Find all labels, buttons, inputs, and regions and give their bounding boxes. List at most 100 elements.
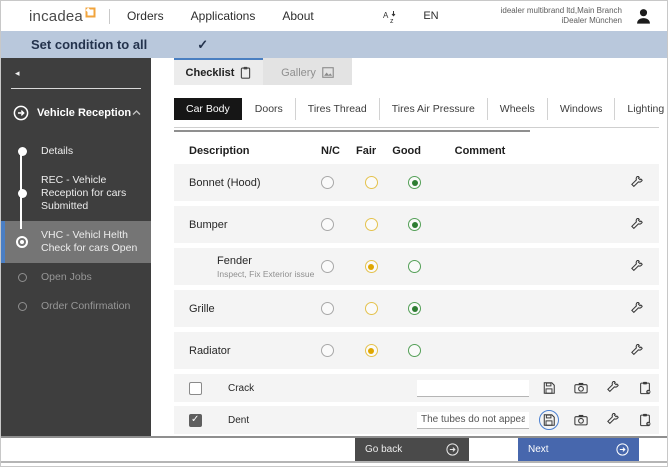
camera-icon[interactable] — [571, 378, 591, 398]
nav-about[interactable]: About — [282, 9, 313, 23]
header-comment: Comment — [454, 145, 506, 157]
user-avatar-icon[interactable] — [634, 7, 653, 26]
step-details[interactable]: Details — [1, 137, 151, 166]
wrench-icon[interactable] — [603, 378, 623, 398]
set-condition-label: Set condition to all — [31, 37, 148, 52]
main-panel: Checklist Gallery Car Body Doors Tires T… — [151, 58, 667, 436]
wrench-icon[interactable] — [627, 299, 647, 319]
wrench-icon[interactable] — [627, 173, 647, 193]
sidebar: ◂ Vehicle Reception Details REC - Vehicl… — [1, 58, 151, 436]
radio-nc[interactable] — [321, 218, 334, 231]
radio-good[interactable] — [408, 176, 421, 189]
crack-checkbox[interactable] — [189, 381, 202, 395]
step-label: Open Jobs — [41, 271, 92, 283]
radio-fair[interactable] — [364, 302, 378, 315]
row-label: Bumper — [189, 218, 228, 231]
radio-good[interactable] — [408, 302, 421, 315]
radio-nc[interactable] — [321, 344, 334, 357]
tab-gallery[interactable]: Gallery — [263, 58, 352, 85]
row-label: Fender Inspect, Fix Exterior issue — [189, 255, 321, 279]
radio-good[interactable] — [408, 260, 421, 273]
wrench-icon[interactable] — [627, 215, 647, 235]
step-rec-vehicle-reception[interactable]: REC - Vehicle Reception for cars Submitt… — [1, 166, 151, 221]
next-label: Next — [528, 444, 549, 455]
step-label: VHC - Vehicl Helth Check for cars Open — [41, 229, 138, 254]
category-car-body[interactable]: Car Body — [174, 98, 242, 120]
radio-good[interactable] — [408, 218, 421, 231]
save-icon[interactable] — [539, 410, 559, 430]
header-fair: Fair — [356, 145, 377, 157]
sidebar-collapse-icon[interactable]: ◂ — [1, 58, 151, 79]
set-condition-check-icon[interactable]: ✓ — [197, 37, 208, 53]
camera-icon[interactable] — [571, 410, 591, 430]
step-label: REC - Vehicle Reception for cars Submitt… — [41, 174, 127, 212]
row-sublabel: Inspect, Fix Exterior issue — [217, 268, 315, 279]
logo-cube-icon — [83, 7, 96, 18]
wrench-icon[interactable] — [627, 257, 647, 277]
incadea-logo[interactable]: incadea — [29, 7, 96, 25]
svg-text:A: A — [383, 11, 389, 20]
tab-bar: Checklist Gallery — [174, 58, 659, 85]
stepper: Details REC - Vehicle Reception for cars… — [1, 137, 151, 321]
step-bullet — [18, 273, 27, 282]
radio-nc[interactable] — [321, 260, 334, 273]
dent-comment-input[interactable] — [417, 411, 529, 429]
radio-fair[interactable] — [364, 218, 378, 231]
row-dent: Dent — [174, 406, 659, 434]
category-doors[interactable]: Doors — [242, 98, 295, 120]
section-title: Vehicle Reception — [37, 107, 132, 119]
radio-fair[interactable] — [364, 260, 378, 273]
radio-nc[interactable] — [321, 176, 334, 189]
step-label: Details — [41, 145, 74, 157]
sidebar-section-vehicle-reception[interactable]: Vehicle Reception — [1, 89, 151, 121]
wrench-icon[interactable] — [627, 341, 647, 361]
image-icon — [322, 67, 334, 78]
go-back-button[interactable]: Go back — [355, 438, 469, 461]
category-tires-air-pressure[interactable]: Tires Air Pressure — [378, 98, 487, 120]
radio-fair[interactable] — [364, 344, 378, 357]
category-underline — [174, 127, 659, 128]
next-button[interactable]: Next — [518, 438, 639, 461]
header-good: Good — [392, 145, 421, 157]
dent-checkbox[interactable] — [189, 413, 202, 427]
header-description: Description — [189, 145, 250, 157]
tab-label: Gallery — [281, 66, 316, 79]
go-back-label: Go back — [365, 444, 403, 455]
step-open-jobs[interactable]: Open Jobs — [1, 263, 151, 292]
chevron-up-icon[interactable] — [132, 110, 141, 116]
radio-good[interactable] — [408, 344, 421, 357]
row-label: Bonnet (Hood) — [189, 176, 261, 189]
category-lighting[interactable]: Lighting — [614, 98, 667, 120]
wrench-icon[interactable] — [603, 410, 623, 430]
circle-arrow-icon — [13, 105, 29, 121]
category-tires-thread[interactable]: Tires Thread — [294, 98, 379, 120]
nav-applications[interactable]: Applications — [191, 9, 256, 23]
category-scroll-indicator[interactable] — [174, 130, 530, 132]
step-bullet — [16, 236, 28, 248]
row-fender: Fender Inspect, Fix Exterior issue — [174, 248, 659, 285]
row-bumper: Bumper — [174, 206, 659, 243]
circle-arrow-icon — [446, 443, 459, 456]
clipboard-export-icon[interactable] — [635, 410, 655, 430]
svg-text:z: z — [390, 18, 394, 24]
save-icon[interactable] — [539, 378, 559, 398]
sort-az-icon[interactable]: Az — [382, 9, 397, 24]
row-label: Crack — [228, 382, 255, 394]
logo-text: incadea — [29, 7, 83, 25]
clipboard-icon — [240, 66, 251, 79]
row-bonnet-hood: Bonnet (Hood) — [174, 164, 659, 201]
header-nc: N/C — [321, 145, 340, 157]
category-windows[interactable]: Windows — [546, 98, 615, 120]
language-selector[interactable]: EN — [423, 10, 438, 22]
nav-orders[interactable]: Orders — [127, 9, 164, 23]
step-order-confirmation[interactable]: Order Confirmation — [1, 292, 151, 321]
radio-nc[interactable] — [321, 302, 334, 315]
tab-checklist[interactable]: Checklist — [174, 58, 263, 85]
clipboard-export-icon[interactable] — [635, 378, 655, 398]
step-vhc-health-check[interactable]: VHC - Vehicl Helth Check for cars Open — [1, 221, 151, 263]
crack-comment-input[interactable] — [417, 379, 529, 397]
radio-fair[interactable] — [364, 176, 378, 189]
category-wheels[interactable]: Wheels — [486, 98, 547, 120]
dealer-line2: iDealer München — [561, 16, 622, 25]
main-nav: Orders Applications About — [127, 9, 341, 23]
